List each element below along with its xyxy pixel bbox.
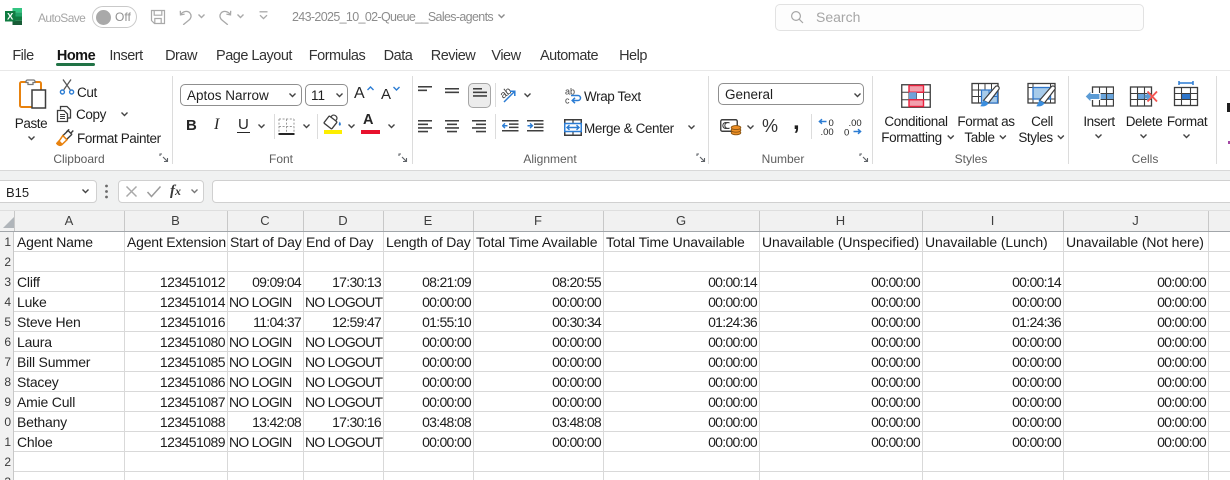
svg-text:X: X: [7, 12, 14, 23]
svg-text:0: 0: [844, 128, 849, 137]
svg-text:.00: .00: [849, 118, 862, 129]
svg-text:.00: .00: [821, 127, 834, 136]
svg-text:c: c: [565, 96, 570, 105]
